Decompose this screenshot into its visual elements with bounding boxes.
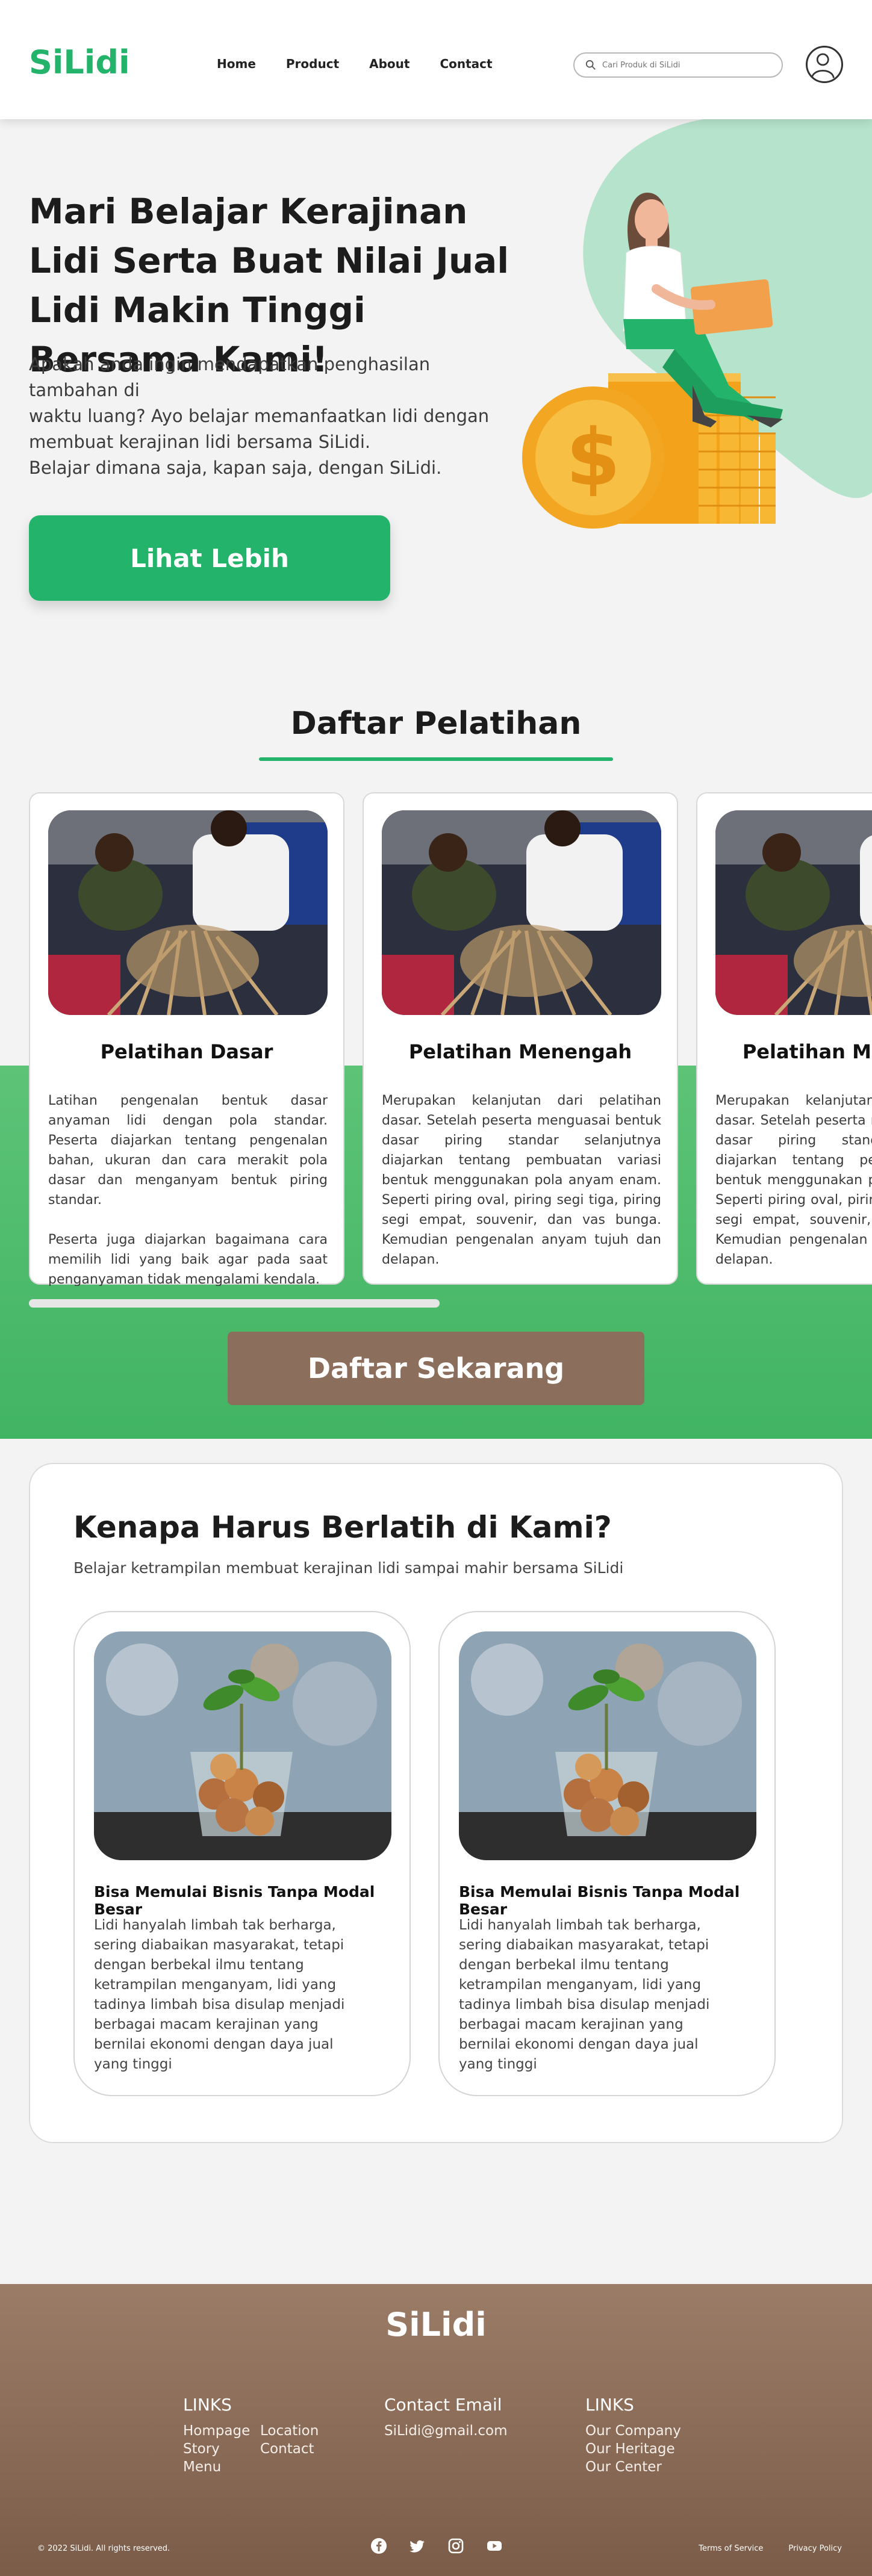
site-logo[interactable]: SiLidi xyxy=(29,43,129,81)
footer-link-contact[interactable]: Contact xyxy=(260,2440,332,2458)
footer-link-menu[interactable]: Menu xyxy=(183,2458,260,2476)
site-footer: SiLidi LINKS Hompage Location Story Cont… xyxy=(0,2284,872,2576)
svg-text:$: $ xyxy=(566,412,620,503)
copyright: © 2022 SiLidi. All rights reserved. xyxy=(37,2544,170,2553)
training-card-title: Pelatihan Dasar xyxy=(100,1040,273,1063)
footer-logo: SiLidi xyxy=(385,2306,487,2344)
title-underline xyxy=(259,757,613,761)
nav-about[interactable]: About xyxy=(369,57,410,71)
footer-links-title: LINKS xyxy=(183,2395,232,2415)
training-photo xyxy=(715,810,872,1015)
training-card-text: Merupakan kelanjutan dari pelatihan dasa… xyxy=(382,1093,661,1267)
carousel-scrollbar[interactable] xyxy=(29,1299,440,1308)
social-links xyxy=(370,2537,503,2555)
terms-link[interactable]: Terms of Service xyxy=(699,2544,763,2553)
training-carousel[interactable]: Pelatihan Dasar Latihan pengenalan bentu… xyxy=(29,792,872,1286)
footer-contact-column: Contact Email SiLidi@gmail.com xyxy=(384,2395,508,2440)
search-box[interactable] xyxy=(573,52,783,78)
benefit-card-title: Bisa Memulai Bisnis Tanpa Modal Besar xyxy=(459,1883,740,1918)
facebook-icon[interactable] xyxy=(370,2537,388,2555)
training-card-text: Latihan pengenalan bentuk dasar anyaman … xyxy=(48,1093,328,1286)
register-now-button[interactable]: Daftar Sekarang xyxy=(228,1332,644,1405)
benefit-card: Bisa Memulai Bisnis Tanpa Modal Besar Li… xyxy=(438,1611,776,2096)
youtube-icon[interactable] xyxy=(485,2537,503,2555)
footer-links-column: LINKS Hompage Location Story Contact Men… xyxy=(183,2395,332,2476)
footer-link-location[interactable]: Location xyxy=(260,2422,332,2440)
training-card[interactable]: Pelatihan Menengah Merupakan kelanjutan … xyxy=(696,792,872,1285)
coins-plant-photo xyxy=(94,1631,391,1860)
privacy-link[interactable]: Privacy Policy xyxy=(788,2544,842,2553)
footer-link-company[interactable]: Our Company xyxy=(585,2422,681,2440)
see-more-button[interactable]: Lihat Lebih xyxy=(29,515,390,601)
main-nav: Home Product About Contact xyxy=(217,57,493,71)
nav-home[interactable]: Home xyxy=(217,57,256,71)
search-icon xyxy=(585,60,596,70)
benefit-card: Bisa Memulai Bisnis Tanpa Modal Besar Li… xyxy=(73,1611,411,2096)
twitter-icon[interactable] xyxy=(408,2537,426,2555)
user-avatar-icon[interactable] xyxy=(806,46,843,83)
training-section-title: Daftar Pelatihan xyxy=(290,706,582,742)
legal-links: Terms of Service Privacy Policy xyxy=(699,2544,842,2553)
footer-link-center[interactable]: Our Center xyxy=(585,2458,681,2476)
training-card-title: Pelatihan Menengah xyxy=(408,1040,632,1063)
benefit-card-text: Lidi hanyalah limbah tak berharga, serin… xyxy=(459,1917,710,2072)
training-card[interactable]: Pelatihan Menengah Merupakan kelanjutan … xyxy=(363,792,678,1285)
footer-link-homepage[interactable]: Hompage xyxy=(183,2422,260,2440)
instagram-icon[interactable] xyxy=(447,2537,465,2555)
hero-illustration: $ xyxy=(522,193,783,529)
why-section: Kenapa Harus Berlatih di Kami? Belajar k… xyxy=(29,1463,843,2143)
benefit-card-title: Bisa Memulai Bisnis Tanpa Modal Besar xyxy=(94,1883,375,1918)
footer-links2-title: LINKS xyxy=(585,2395,634,2415)
search-input[interactable] xyxy=(602,60,771,70)
training-photo xyxy=(48,810,328,1015)
nav-contact[interactable]: Contact xyxy=(440,57,492,71)
training-card-text: Merupakan kelanjutan dari pelatihan dasa… xyxy=(715,1093,872,1267)
footer-link-story[interactable]: Story xyxy=(183,2440,260,2458)
training-card-title: Pelatihan Menengah xyxy=(742,1040,872,1063)
hero-description: Apakah anda ingin mendapatkan penghasila… xyxy=(29,354,490,478)
training-photo xyxy=(382,810,661,1015)
why-subtitle: Belajar ketrampilan membuat kerajinan li… xyxy=(73,1559,624,1577)
training-card[interactable]: Pelatihan Dasar Latihan pengenalan bentu… xyxy=(29,792,344,1286)
nav-product[interactable]: Product xyxy=(286,57,339,71)
footer-links2-column: LINKS Our Company Our Heritage Our Cente… xyxy=(585,2395,681,2476)
footer-link-heritage[interactable]: Our Heritage xyxy=(585,2440,681,2458)
coins-plant-photo xyxy=(459,1631,756,1860)
footer-contact-title: Contact Email xyxy=(384,2395,502,2415)
benefit-card-text: Lidi hanyalah limbah tak berharga, serin… xyxy=(94,1917,345,2072)
footer-contact-email[interactable]: SiLidi@gmail.com xyxy=(384,2422,508,2440)
why-title: Kenapa Harus Berlatih di Kami? xyxy=(73,1510,612,1545)
site-header: SiLidi Home Product About Contact xyxy=(0,0,872,119)
